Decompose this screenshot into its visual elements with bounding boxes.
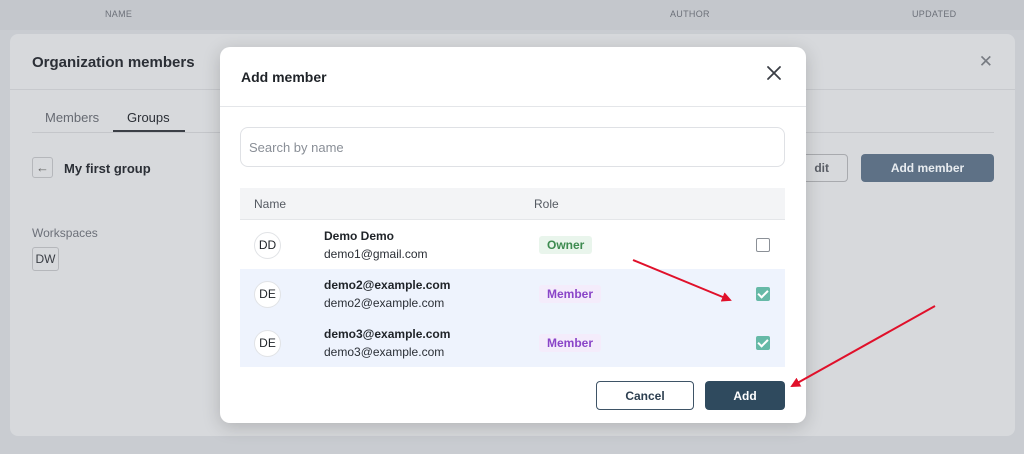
column-name: Name [254, 197, 287, 211]
member-email: demo1@gmail.com [324, 247, 428, 261]
cancel-button[interactable]: Cancel [596, 381, 694, 410]
member-name: Demo Demo [324, 229, 395, 243]
tab-members[interactable]: Members [45, 110, 99, 125]
member-email: demo3@example.com [324, 345, 445, 359]
table-header: Name Role [240, 188, 785, 220]
column-updated: UPDATED [912, 9, 957, 19]
table-row[interactable]: DD Demo Demo demo1@gmail.com Owner [240, 220, 785, 269]
close-icon[interactable]: ✕ [979, 52, 993, 72]
member-checkbox[interactable] [756, 336, 770, 350]
table-row[interactable]: DE demo3@example.com demo3@example.com M… [240, 318, 785, 367]
add-member-button[interactable]: Add member [861, 154, 994, 182]
divider [220, 106, 806, 107]
close-icon[interactable] [764, 63, 784, 83]
member-name: demo3@example.com [324, 327, 451, 341]
member-checkbox[interactable] [756, 287, 770, 301]
workspace-badge[interactable]: DW [32, 247, 59, 271]
role-badge: Member [539, 334, 602, 352]
member-name: demo2@example.com [324, 278, 451, 292]
active-tab-indicator [113, 130, 185, 132]
workspaces-label: Workspaces [32, 226, 98, 240]
tab-groups[interactable]: Groups [127, 110, 170, 125]
add-member-modal: Add member Name Role DD Demo Demo demo1@… [220, 47, 806, 423]
background-table-header: NAME AUTHOR UPDATED [0, 0, 1024, 30]
members-table: Name Role DD Demo Demo demo1@gmail.com O… [240, 188, 785, 367]
column-author: AUTHOR [670, 9, 710, 19]
group-title: My first group [64, 161, 151, 176]
modal-title: Add member [241, 69, 327, 85]
table-row[interactable]: DE demo2@example.com demo2@example.com M… [240, 269, 785, 318]
search-input[interactable] [240, 127, 785, 167]
column-role: Role [534, 197, 559, 211]
add-button[interactable]: Add [705, 381, 785, 410]
member-email: demo2@example.com [324, 296, 445, 310]
member-checkbox[interactable] [756, 238, 770, 252]
avatar: DE [254, 281, 281, 308]
column-name: NAME [105, 9, 133, 19]
avatar: DE [254, 330, 281, 357]
role-badge: Member [539, 285, 602, 303]
org-panel-title: Organization members [32, 54, 195, 71]
role-badge: Owner [539, 236, 593, 254]
arrow-left-icon[interactable]: ← [32, 157, 53, 178]
avatar: DD [254, 232, 281, 259]
